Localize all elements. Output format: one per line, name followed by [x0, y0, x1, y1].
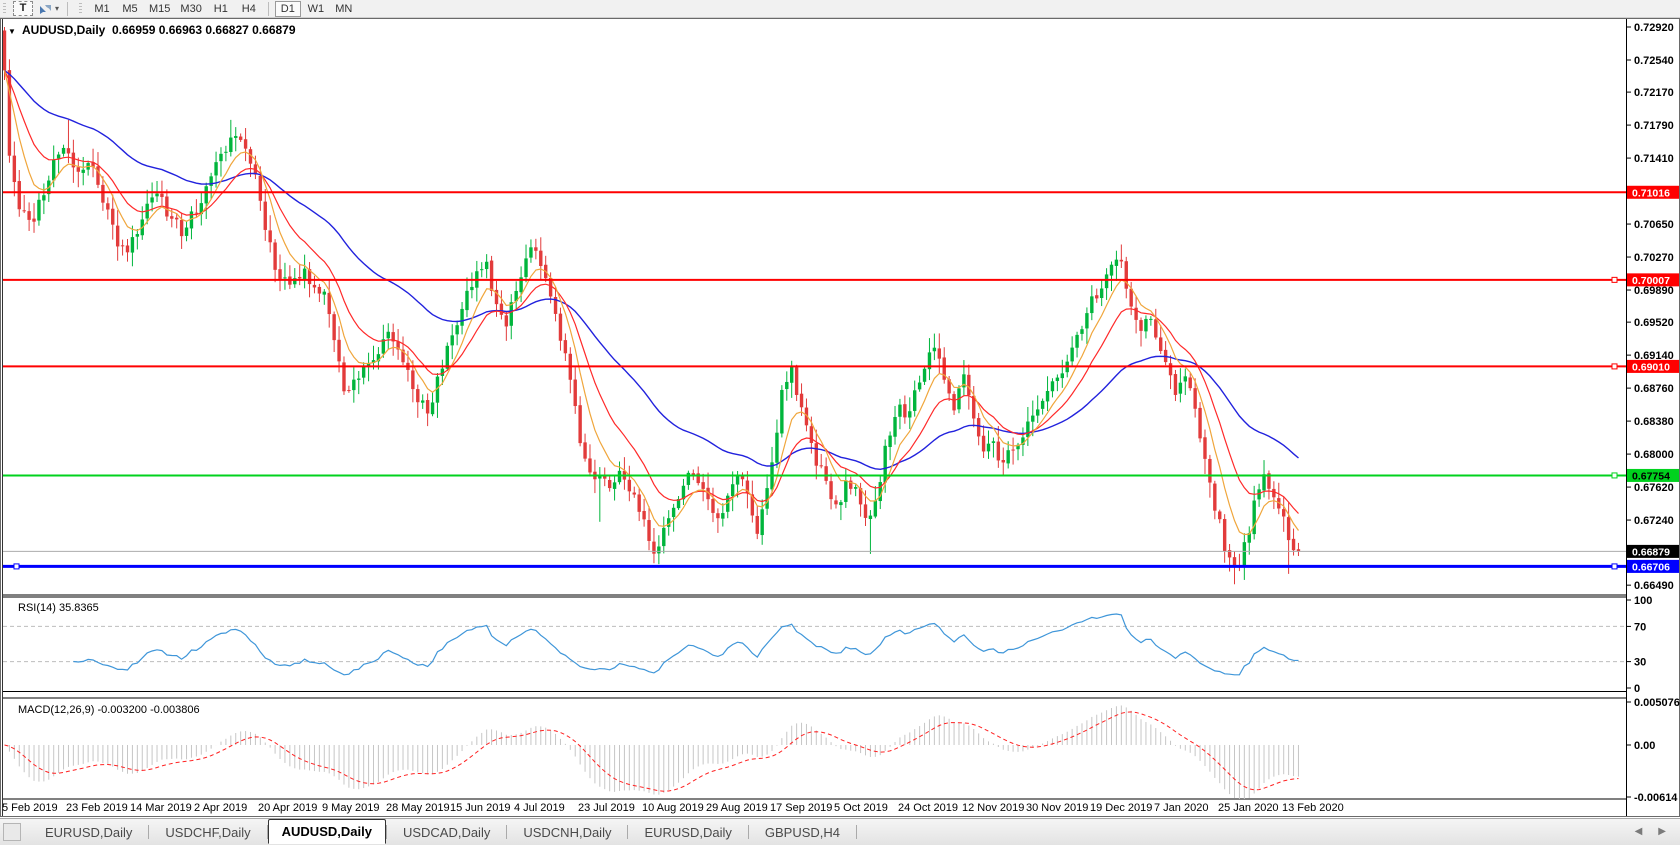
- timeframe-button-d1[interactable]: D1: [275, 1, 301, 17]
- date-tick-label: 15 Jun 2019: [450, 802, 511, 814]
- price-tick-label: 0.68000: [1634, 449, 1674, 461]
- price-tick-label: 0.67240: [1634, 515, 1674, 527]
- timeframe-button-w1[interactable]: W1: [303, 1, 329, 17]
- date-tick-label: 28 May 2019: [386, 802, 450, 814]
- chart-tab-list: EURUSD,DailyUSDCHF,DailyAUDUSD,DailyUSDC…: [29, 819, 857, 845]
- price-level-badge: 0.66706: [1632, 561, 1670, 573]
- price-tick-label: 0.70650: [1634, 219, 1674, 231]
- moving-averages: [5, 70, 1299, 534]
- tab-usdcad-daily[interactable]: USDCAD,Daily: [387, 821, 506, 844]
- chart-window: 0.72920 0.72540 0.72170 0.71790 0.71410 0.706…: [0, 18, 1680, 818]
- tab-separator: [856, 825, 857, 839]
- timeframe-button-h1[interactable]: H1: [208, 1, 234, 17]
- toolbar-grip[interactable]: [3, 3, 6, 15]
- price-tick-label: 0.72170: [1634, 87, 1674, 99]
- rsi-indicator-label: RSI(14) 35.8365: [18, 602, 99, 614]
- toolbar-separator: [67, 2, 68, 16]
- date-tick-label: 5 Feb 2019: [2, 802, 58, 814]
- tab-gbpusd-h4[interactable]: GBPUSD,H4: [749, 821, 856, 844]
- price-tick-label: 0.70270: [1634, 252, 1674, 264]
- chart-title-ohlc: 0.66959 0.66963 0.66827 0.66879: [112, 23, 296, 37]
- rsi-line: [73, 614, 1298, 675]
- macd-tick-label: -0.00614: [1634, 792, 1678, 804]
- date-tick-label: 19 Dec 2019: [1090, 802, 1152, 814]
- top-toolbar: T ▾ M1M5M15M30H1H4 D1W1MN: [0, 0, 1680, 18]
- tab-usdcnh-daily[interactable]: USDCNH,Daily: [507, 821, 627, 844]
- date-tick-label: 23 Jul 2019: [578, 802, 635, 814]
- window-collapse-icon[interactable]: ▼: [8, 27, 16, 36]
- price-tick-label: 0.71790: [1634, 120, 1674, 132]
- toolbar-separator: [268, 2, 269, 16]
- price-tick-label: 0.72920: [1634, 22, 1674, 34]
- date-tick-label: 23 Feb 2019: [66, 802, 128, 814]
- macd-signal-line: [5, 712, 1299, 791]
- timeframe-button-m5[interactable]: M5: [117, 1, 143, 17]
- cursor-arrows-glyph: [37, 2, 53, 16]
- date-tick-label: 13 Feb 2020: [1282, 802, 1344, 814]
- timeframe-button-m30[interactable]: M30: [176, 1, 205, 17]
- rsi-tick-label: 0: [1634, 683, 1640, 695]
- price-level-badge: 0.67754: [1632, 470, 1670, 482]
- price-level-badge: 0.71016: [1632, 187, 1670, 199]
- date-tick-label: 29 Aug 2019: [706, 802, 768, 814]
- price-tick-label: 0.72540: [1634, 55, 1674, 67]
- chart-title-symbol: AUDUSD,Daily: [22, 23, 106, 37]
- price-tick-label: 0.68760: [1634, 383, 1674, 395]
- tab-eurusd-daily-2[interactable]: EURUSD,Daily: [628, 821, 747, 844]
- date-tick-label: 7 Jan 2020: [1154, 802, 1208, 814]
- window-frame: [1, 19, 1680, 817]
- date-tick-label: 17 Sep 2019: [770, 802, 832, 814]
- scroll-right-icon[interactable]: ▶: [1658, 826, 1666, 837]
- rsi-tick-label: 100: [1634, 595, 1652, 607]
- date-tick-label: 30 Nov 2019: [1026, 802, 1088, 814]
- date-tick-label: 5 Oct 2019: [834, 802, 888, 814]
- date-tick-label: 9 May 2019: [322, 802, 379, 814]
- dropdown-caret-icon[interactable]: ▾: [55, 4, 59, 13]
- macd-indicator-label: MACD(12,26,9) -0.003200 -0.003806: [18, 704, 200, 716]
- rsi-tick-label: 70: [1634, 621, 1646, 633]
- price-tick-label: 0.69520: [1634, 317, 1674, 329]
- timeframe-button-group: M1M5M15M30H1H4 D1W1MN: [89, 1, 357, 17]
- timeframe-button-h4[interactable]: H4: [236, 1, 262, 17]
- date-tick-label: 2 Apr 2019: [194, 802, 247, 814]
- tab-usdchf-daily[interactable]: USDCHF,Daily: [149, 821, 266, 844]
- toolbar-grip-2[interactable]: [79, 3, 82, 15]
- macd-histogram: [5, 705, 1299, 800]
- price-axis: 0.72920 0.72540 0.72170 0.71790 0.71410 0.706…: [1626, 22, 1679, 592]
- drawing-tools-icon[interactable]: [37, 1, 53, 17]
- price-level-badge: 0.70007: [1632, 275, 1670, 287]
- candles: [3, 27, 1300, 584]
- price-tick-label: 0.66490: [1634, 580, 1674, 592]
- macd-tick-label: 0.00: [1634, 740, 1655, 752]
- macd-panel: 0.005076 0.00 -0.00614: [1626, 697, 1680, 804]
- date-tick-label: 10 Aug 2019: [642, 802, 704, 814]
- date-tick-label: 12 Nov 2019: [962, 802, 1024, 814]
- price-level-badge: 0.66879: [1632, 546, 1670, 558]
- tab-eurusd-daily[interactable]: EURUSD,Daily: [29, 821, 148, 844]
- timeframe-button-mn[interactable]: MN: [331, 1, 357, 17]
- chart-tabs-bar: EURUSD,DailyUSDCHF,DailyAUDUSD,DailyUSDC…: [0, 818, 1680, 845]
- tabbar-corner-button[interactable]: [3, 823, 21, 841]
- chart-canvas[interactable]: 0.72920 0.72540 0.72170 0.71790 0.71410 0.706…: [0, 18, 1680, 818]
- date-axis: 5 Feb 2019 23 Feb 201914 Mar 20192 Apr 20…: [2, 802, 1344, 814]
- scroll-left-icon[interactable]: ◀: [1635, 826, 1643, 837]
- date-tick-label: 24 Oct 2019: [898, 802, 958, 814]
- timeframe-button-m1[interactable]: M1: [89, 1, 115, 17]
- rsi-tick-label: 30: [1634, 657, 1646, 669]
- timeframe-button-m15[interactable]: M15: [145, 1, 174, 17]
- rsi-panel: 100 70 30 0: [3, 595, 1652, 695]
- date-tick-label: 20 Apr 2019: [258, 802, 317, 814]
- date-tick-label: 14 Mar 2019: [130, 802, 192, 814]
- macd-tick-label: 0.005076: [1634, 697, 1680, 709]
- date-tick-label: 4 Jul 2019: [514, 802, 565, 814]
- price-tick-label: 0.71410: [1634, 153, 1674, 165]
- tab-scroll-arrows: ◀ ▶: [1635, 826, 1666, 837]
- date-tick-label: 25 Jan 2020: [1218, 802, 1279, 814]
- price-tick-label: 0.68380: [1634, 416, 1674, 428]
- price-levels: [3, 192, 1626, 569]
- tab-audusd-daily[interactable]: AUDUSD,Daily: [268, 819, 386, 844]
- text-tool-button[interactable]: T: [13, 1, 33, 16]
- price-tick-label: 0.67620: [1634, 482, 1674, 494]
- price-level-badge: 0.69010: [1632, 361, 1670, 373]
